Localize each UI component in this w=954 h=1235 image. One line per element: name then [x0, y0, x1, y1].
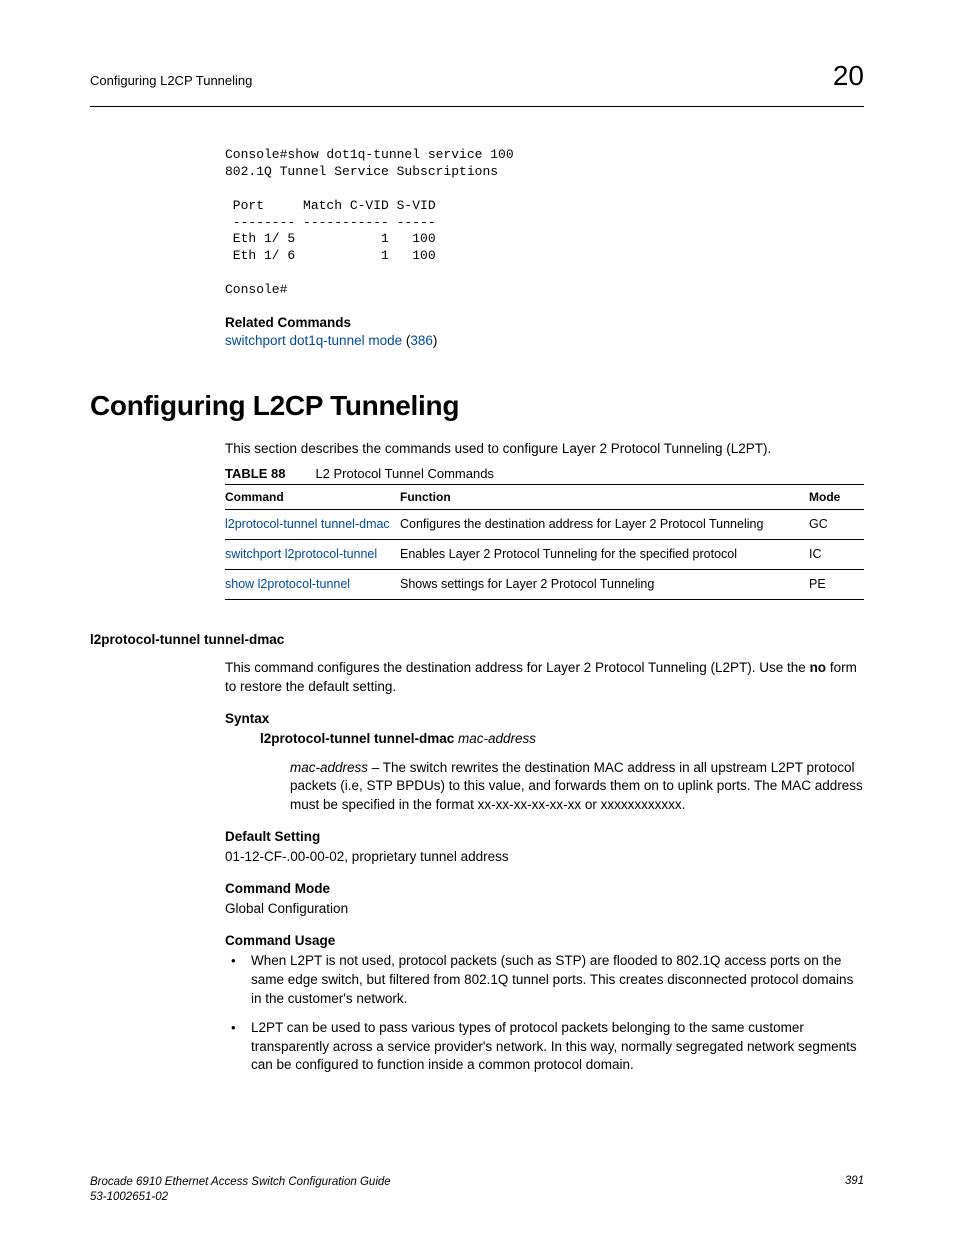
cmd-mode: GC [809, 510, 864, 540]
cmd-link[interactable]: show l2protocol-tunnel [225, 577, 350, 591]
table-header-row: Command Function Mode [225, 485, 864, 510]
cmd-link[interactable]: switchport l2protocol-tunnel [225, 547, 377, 561]
default-setting-text: 01-12-CF-.00-00-02, proprietary tunnel a… [225, 848, 864, 867]
footer-page-number: 391 [845, 1175, 864, 1205]
running-head: Configuring L2CP Tunneling 20 [90, 60, 864, 92]
section-heading: Configuring L2CP Tunneling [90, 390, 864, 422]
subsection-heading: l2protocol-tunnel tunnel-dmac [90, 632, 864, 647]
related-command-link[interactable]: switchport dot1q-tunnel mode [225, 333, 402, 348]
related-commands-line: switchport dot1q-tunnel mode (386) [225, 333, 864, 348]
chapter-number: 20 [833, 60, 864, 92]
subsection-desc: This command configures the destination … [225, 659, 864, 697]
cmd-func: Configures the destination address for L… [400, 510, 809, 540]
syntax-block: l2protocol-tunnel tunnel-dmac mac-addres… [260, 730, 864, 816]
table-caption: TABLE 88 L2 Protocol Tunnel Commands [225, 466, 864, 481]
section-intro: This section describes the commands used… [225, 440, 864, 458]
table-caption-text: L2 Protocol Tunnel Commands [315, 466, 493, 481]
related-command-page-close: ) [433, 333, 438, 348]
th-function: Function [400, 485, 809, 510]
running-head-title: Configuring L2CP Tunneling [90, 73, 252, 88]
table-row: switchport l2protocol-tunnel Enables Lay… [225, 540, 864, 570]
cmd-func: Enables Layer 2 Protocol Tunneling for t… [400, 540, 809, 570]
table-caption-label: TABLE 88 [225, 466, 285, 481]
cmd-func: Shows settings for Layer 2 Protocol Tunn… [400, 569, 809, 599]
related-commands: Related Commands switchport dot1q-tunnel… [225, 315, 864, 348]
syntax-desc: mac-address – The switch rewrites the de… [290, 759, 864, 816]
syntax-label: Syntax [225, 711, 864, 726]
footer-doc-title: Brocade 6910 Ethernet Access Switch Conf… [90, 1175, 391, 1190]
table-wrap: TABLE 88 L2 Protocol Tunnel Commands Comm… [225, 466, 864, 600]
header-rule [90, 106, 864, 107]
command-table: Command Function Mode l2protocol-tunnel … [225, 484, 864, 600]
footer-left: Brocade 6910 Ethernet Access Switch Conf… [90, 1175, 391, 1205]
th-mode: Mode [809, 485, 864, 510]
command-mode-label: Command Mode [225, 881, 864, 896]
th-command: Command [225, 485, 400, 510]
syntax-cmd-name: l2protocol-tunnel tunnel-dmac [260, 731, 454, 746]
desc-bold: no [810, 660, 827, 675]
command-usage-label: Command Usage [225, 933, 864, 948]
syntax-desc-arg: mac-address [290, 760, 368, 775]
cmd-mode: IC [809, 540, 864, 570]
related-command-page-link[interactable]: 386 [410, 333, 433, 348]
syntax-desc-text: – The switch rewrites the destination MA… [290, 760, 863, 813]
usage-item: L2PT can be used to pass various types o… [225, 1019, 864, 1076]
table-row: show l2protocol-tunnel Shows settings fo… [225, 569, 864, 599]
table-row: l2protocol-tunnel tunnel-dmac Configures… [225, 510, 864, 540]
usage-item: When L2PT is not used, protocol packets … [225, 952, 864, 1009]
usage-list: When L2PT is not used, protocol packets … [225, 952, 864, 1075]
cmd-link[interactable]: l2protocol-tunnel tunnel-dmac [225, 517, 390, 531]
page-footer: Brocade 6910 Ethernet Access Switch Conf… [90, 1175, 864, 1205]
footer-doc-id: 53-1002651-02 [90, 1190, 391, 1205]
related-commands-heading: Related Commands [225, 315, 864, 330]
cmd-mode: PE [809, 569, 864, 599]
command-mode-text: Global Configuration [225, 900, 864, 919]
syntax-cmd-arg: mac-address [458, 731, 536, 746]
console-output: Console#show dot1q-tunnel service 100 80… [225, 147, 864, 299]
default-setting-label: Default Setting [225, 829, 864, 844]
syntax-command-line: l2protocol-tunnel tunnel-dmac mac-addres… [260, 730, 864, 749]
desc-pre: This command configures the destination … [225, 660, 810, 675]
